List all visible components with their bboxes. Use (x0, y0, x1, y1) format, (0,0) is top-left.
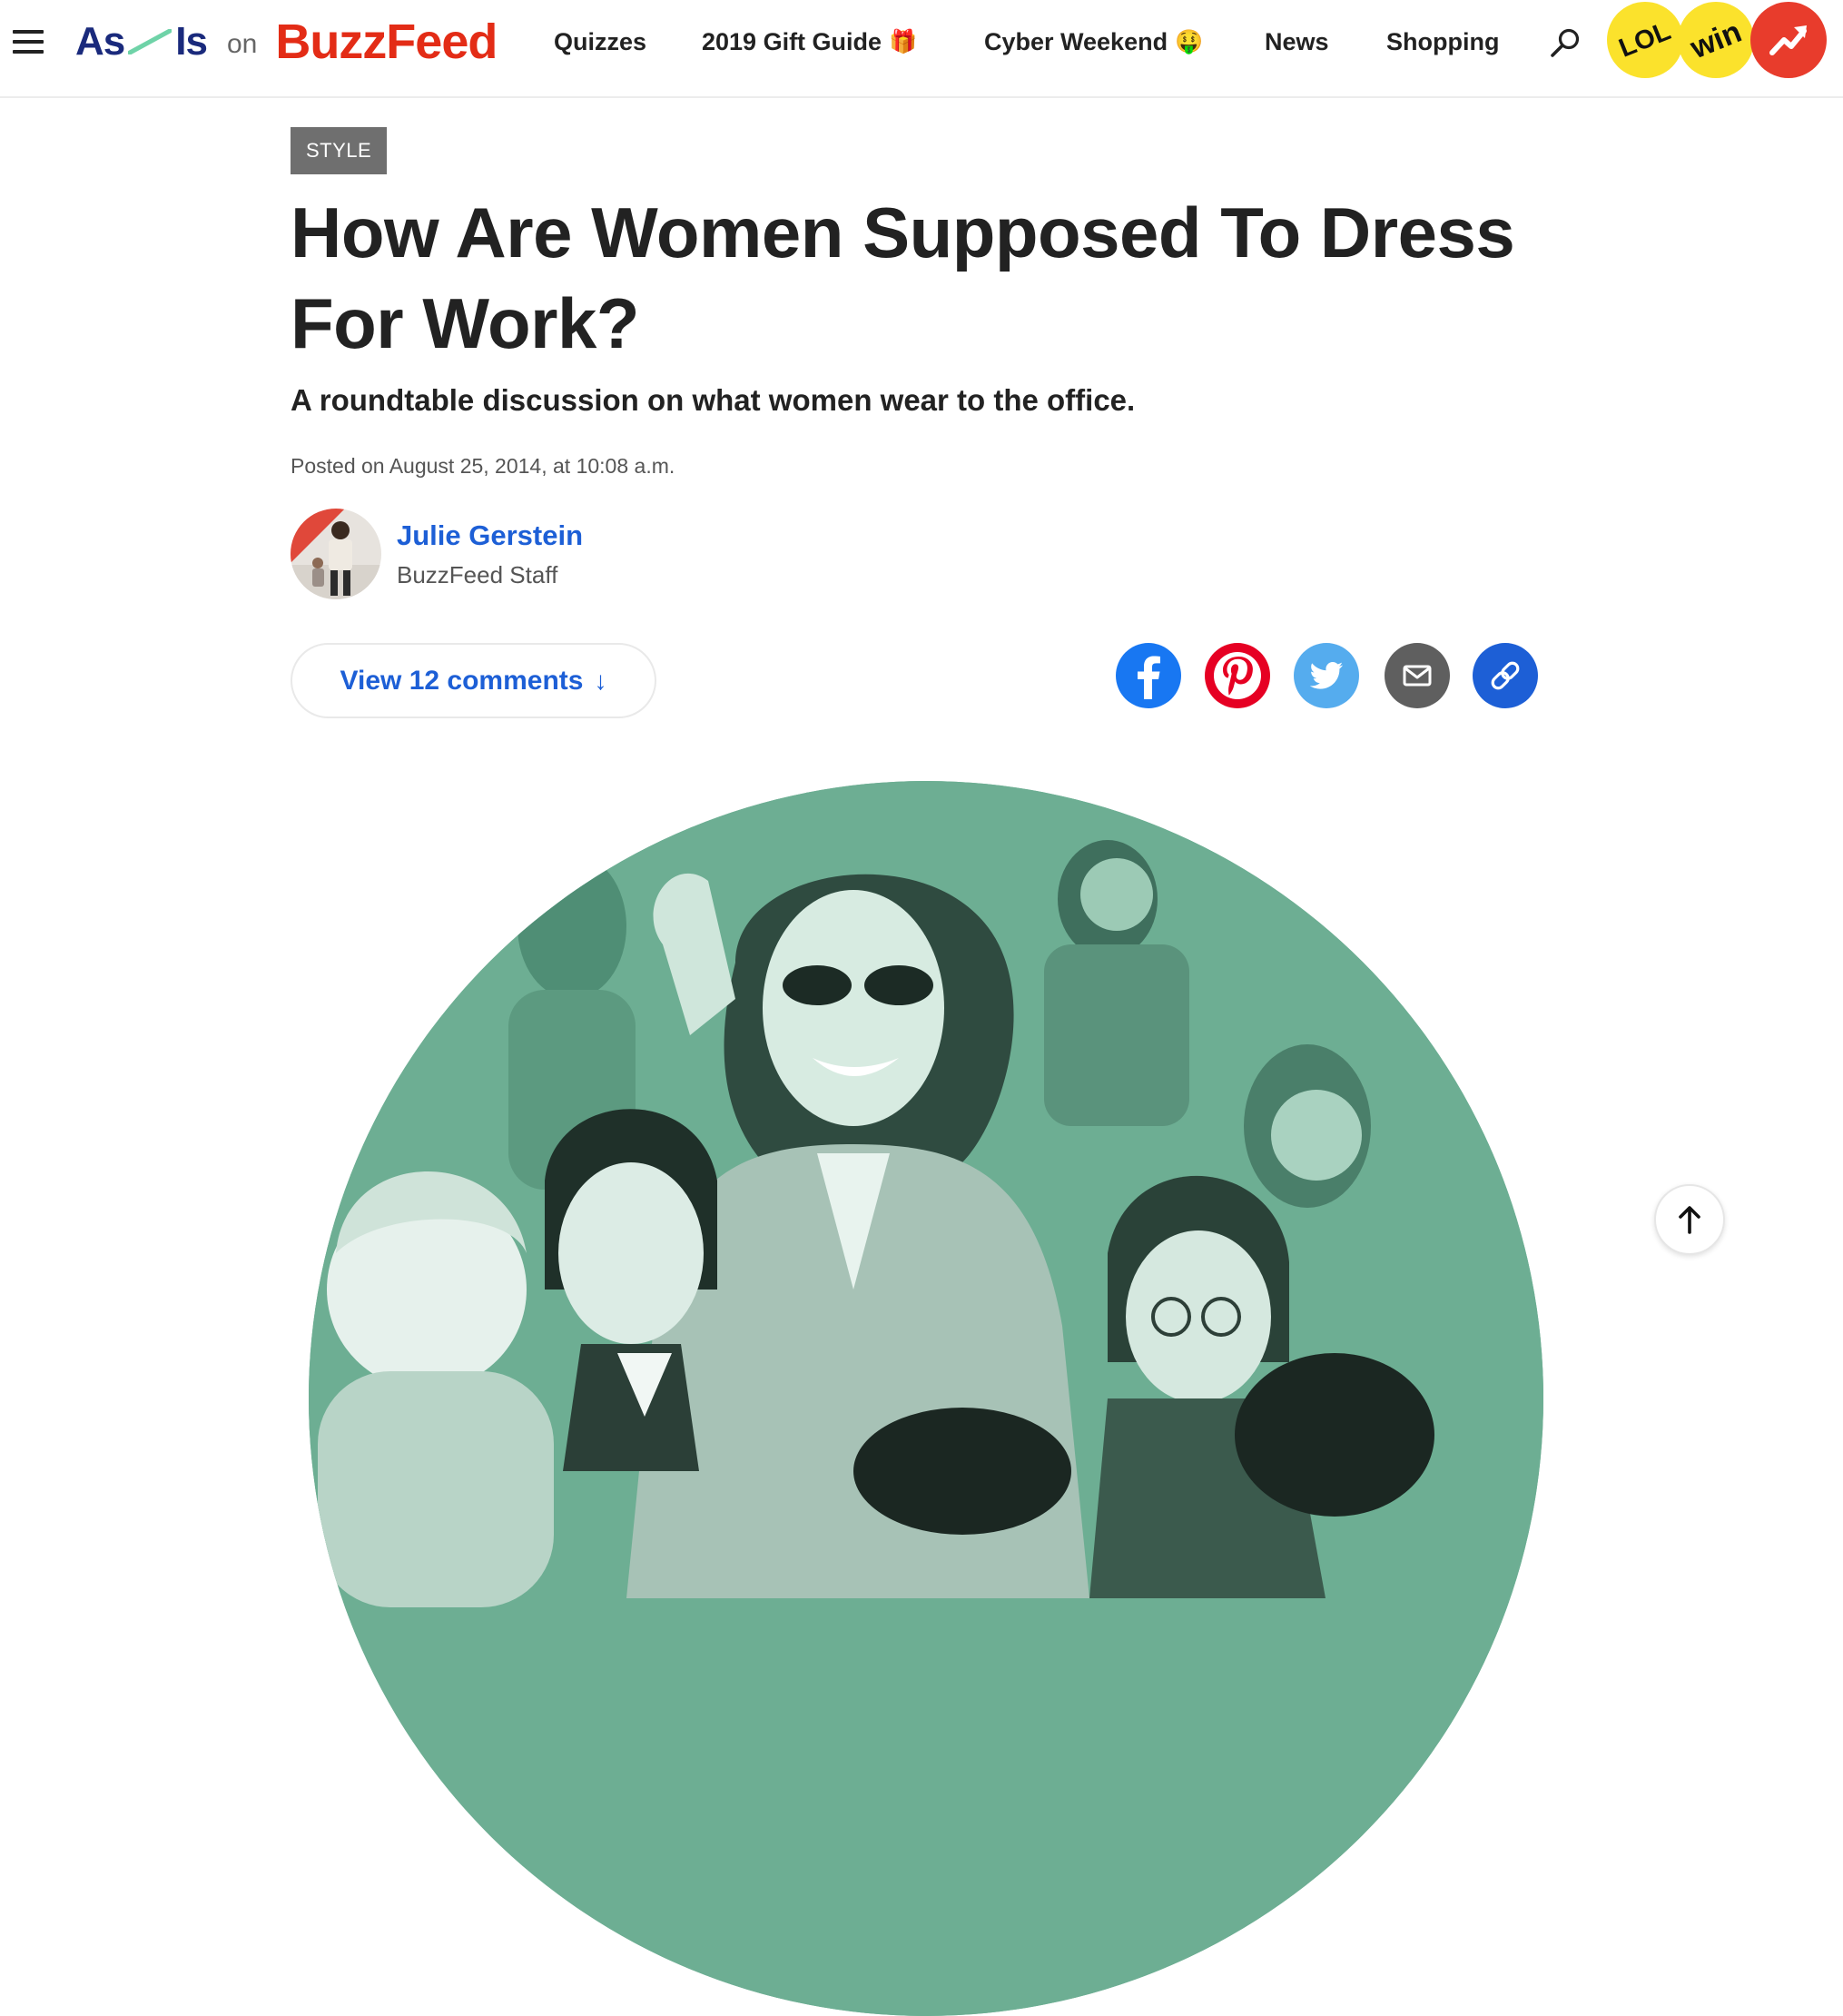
money-face-icon: 🤑 (1175, 28, 1204, 54)
pinterest-share-button[interactable] (1205, 643, 1270, 708)
arrow-up-icon (1679, 1206, 1700, 1234)
as-is-logo-part-b: Is (175, 19, 208, 64)
lol-badge-label: LOL (1614, 15, 1675, 64)
lol-badge[interactable]: LOL (1607, 2, 1683, 78)
scroll-to-top-button[interactable] (1654, 1184, 1725, 1255)
win-badge-label: win (1685, 14, 1747, 65)
view-comments-button[interactable]: View 12 comments ↓ (291, 643, 656, 718)
article-description: A roundtable discussion on what women we… (291, 383, 1136, 417)
view-comments-label: View 12 comments (340, 665, 584, 696)
nav-label: Shopping (1386, 27, 1500, 55)
facebook-icon (1138, 656, 1160, 699)
nav-news[interactable]: News (1265, 20, 1329, 64)
nav-label: Cyber Weekend (984, 27, 1168, 55)
author-avatar[interactable] (291, 509, 381, 599)
menu-icon[interactable] (13, 30, 44, 54)
article-title: How Are Women Supposed To Dress For Work… (291, 193, 1515, 363)
as-is-logo: As Is (75, 19, 208, 64)
buzzfeed-logo: BuzzFeed (275, 15, 498, 69)
trending-icon (1769, 25, 1807, 55)
nav-label: 2019 Gift Guide (702, 27, 882, 55)
site-header: As Is on BuzzFeed Quizzes 2019 Gift Guid… (0, 0, 1843, 98)
as-is-logo-part-a: As (75, 19, 125, 64)
email-share-button[interactable] (1385, 643, 1450, 708)
trending-badge[interactable] (1750, 2, 1827, 78)
gift-icon: 🎁 (889, 28, 918, 54)
pinterest-icon (1214, 652, 1261, 699)
nav-label: News (1265, 27, 1329, 55)
win-badge[interactable]: win (1678, 2, 1754, 78)
copy-link-button[interactable] (1473, 643, 1538, 708)
nav-label: Quizzes (554, 27, 647, 55)
twitter-share-button[interactable] (1294, 643, 1359, 708)
brand-on-text: on (226, 29, 258, 59)
post-timestamp: Posted on August 25, 2014, at 10:08 a.m. (291, 454, 675, 478)
as-is-slash-icon (128, 29, 172, 54)
hero-image (309, 781, 1543, 2016)
facebook-share-button[interactable] (1116, 643, 1181, 708)
twitter-icon (1309, 662, 1343, 689)
author-role: BuzzFeed Staff (397, 561, 558, 588)
nav-quizzes[interactable]: Quizzes (554, 20, 646, 64)
brand-logo[interactable]: As Is on BuzzFeed (75, 13, 498, 71)
link-icon (1491, 661, 1520, 690)
nav-shopping[interactable]: Shopping (1386, 20, 1499, 64)
nav-gift-guide[interactable]: 2019 Gift Guide 🎁 (702, 20, 917, 64)
category-tag[interactable]: STYLE (291, 127, 388, 174)
nav-cyber-weekend[interactable]: Cyber Weekend 🤑 (984, 20, 1203, 64)
search-icon[interactable] (1547, 25, 1583, 62)
email-icon (1403, 665, 1432, 687)
author-name-link[interactable]: Julie Gerstein (397, 519, 583, 552)
arrow-down-icon: ↓ (594, 666, 607, 695)
